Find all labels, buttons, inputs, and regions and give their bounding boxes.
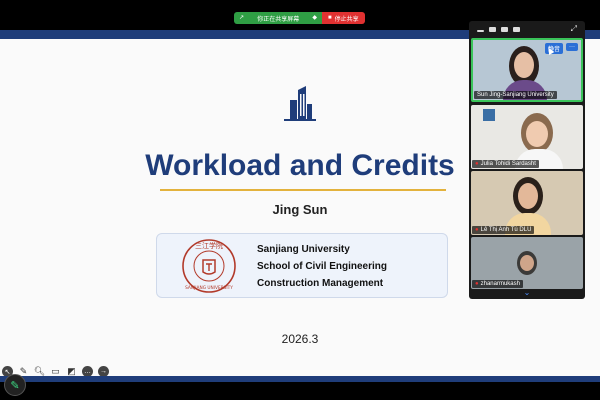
participant-face: [518, 183, 538, 209]
department-name: Construction Management: [257, 278, 384, 289]
university-name: Sanjiang University: [257, 244, 350, 255]
sharing-status-label: 你正在共享屏幕: [257, 16, 300, 23]
expand-icon[interactable]: ⤢: [571, 24, 577, 34]
share-control-pill: ↗ 你正在共享屏幕 ◆ ■ 停止共享: [234, 12, 365, 24]
participant-tile[interactable]: ● zhanarmukash: [471, 237, 583, 289]
participant-tile[interactable]: 静音 ··· Sun Jing-Sanjiang University: [471, 38, 583, 102]
participant-face: [514, 52, 534, 78]
stop-icon: ■: [328, 15, 332, 21]
bottom-bar: [0, 382, 600, 400]
participant-face: [526, 121, 548, 147]
speaker-view-icon[interactable]: [489, 26, 496, 32]
institution-box: 三江学院 SANJIANG UNIVERSITY Sanjiang Univer…: [156, 233, 448, 298]
participant-name: ● zhanarmukash: [472, 280, 523, 288]
stop-share-button[interactable]: ■ 停止共享: [322, 12, 365, 24]
annotate-pen-icon[interactable]: ✎: [4, 374, 26, 396]
muted-mic-icon: ●: [475, 161, 479, 167]
minimize-icon[interactable]: [477, 29, 484, 32]
participant-face: [520, 255, 534, 271]
university-seal-logo: 三江学院 SANJIANG UNIVERSITY: [182, 239, 236, 293]
chevron-down-icon[interactable]: ⌄: [469, 288, 585, 297]
room-logo: [483, 109, 495, 121]
gallery-view-icon[interactable]: [501, 26, 508, 32]
panel-header: ⤢: [469, 21, 585, 37]
participant-tile[interactable]: ● Julia Tohidi Sardasht: [471, 105, 583, 169]
share-icon: ↗: [239, 15, 245, 21]
stop-share-label: 停止共享: [334, 16, 359, 23]
grid-view-icon[interactable]: [513, 26, 520, 32]
muted-mic-icon: ●: [475, 281, 479, 287]
svg-text:三江学院: 三江学院: [195, 241, 223, 250]
title-underline: [160, 189, 446, 191]
slide-date: 2026.3: [281, 332, 319, 346]
participant-video-panel: ⤢ 静音 ··· Sun Jing-Sanjiang University ● J…: [469, 21, 585, 299]
muted-mic-icon: ●: [475, 227, 479, 233]
sharing-status[interactable]: ↗ 你正在共享屏幕 ◆: [234, 12, 322, 24]
tile-more-button[interactable]: ···: [566, 43, 578, 51]
participant-name: Sun Jing-Sanjiang University: [474, 91, 557, 99]
institution-text: Sanjiang University School of Civil Engi…: [257, 241, 387, 292]
building-logo-icon: [284, 86, 316, 121]
participant-name: ● Lê Thị Anh Tú DLU: [472, 226, 535, 234]
svg-text:SANJIANG UNIVERSITY: SANJIANG UNIVERSITY: [185, 285, 233, 291]
participant-tile[interactable]: ● Lê Thị Anh Tú DLU: [471, 171, 583, 235]
participant-name: ● Julia Tohidi Sardasht: [472, 160, 539, 168]
shield-icon: ◆: [312, 15, 317, 21]
school-name: School of Civil Engineering: [257, 261, 388, 272]
